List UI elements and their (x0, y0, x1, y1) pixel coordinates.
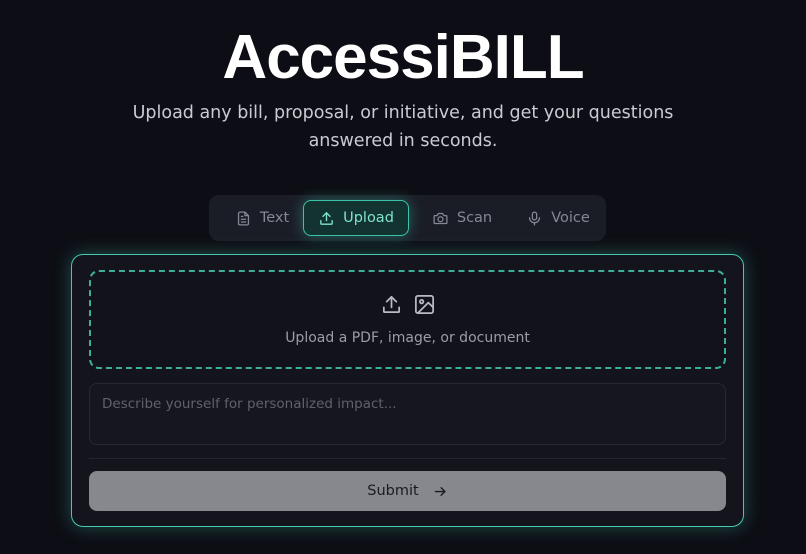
image-icon (414, 295, 434, 314)
dropzone-prompt: Upload a PDF, image, or document (285, 330, 530, 346)
app-title: AccessiBILL (222, 23, 584, 92)
describe-yourself-input[interactable] (89, 383, 726, 445)
tab-upload[interactable]: Upload (303, 200, 409, 236)
app-subtitle: Upload any bill, proposal, or initiative… (132, 103, 674, 151)
file-dropzone[interactable]: Upload a PDF, image, or document (89, 270, 726, 369)
input-mode-tabs: Text Upload Scan Voice (209, 195, 606, 241)
tab-text-label: Text (259, 210, 290, 226)
tab-scan-label: Scan (456, 210, 493, 226)
document-icon (237, 210, 249, 226)
tab-upload-label: Upload (343, 210, 394, 226)
tab-text[interactable]: Text (221, 200, 303, 236)
submit-label: Submit (367, 483, 419, 499)
tab-voice-label: Voice (551, 210, 590, 226)
page: AccessiBILL Upload any bill, proposal, o… (0, 0, 806, 554)
microphone-icon (529, 210, 541, 226)
upload-icon (382, 295, 400, 314)
tab-voice[interactable]: Voice (514, 200, 602, 236)
upload-icon (320, 211, 333, 225)
divider (89, 458, 726, 459)
camera-icon (433, 212, 448, 224)
dropzone-icons (91, 293, 724, 316)
upload-card: Upload a PDF, image, or document Submit (71, 254, 744, 527)
arrow-right-icon (434, 486, 446, 496)
tab-scan[interactable]: Scan (419, 200, 505, 236)
submit-button[interactable]: Submit (89, 471, 726, 511)
